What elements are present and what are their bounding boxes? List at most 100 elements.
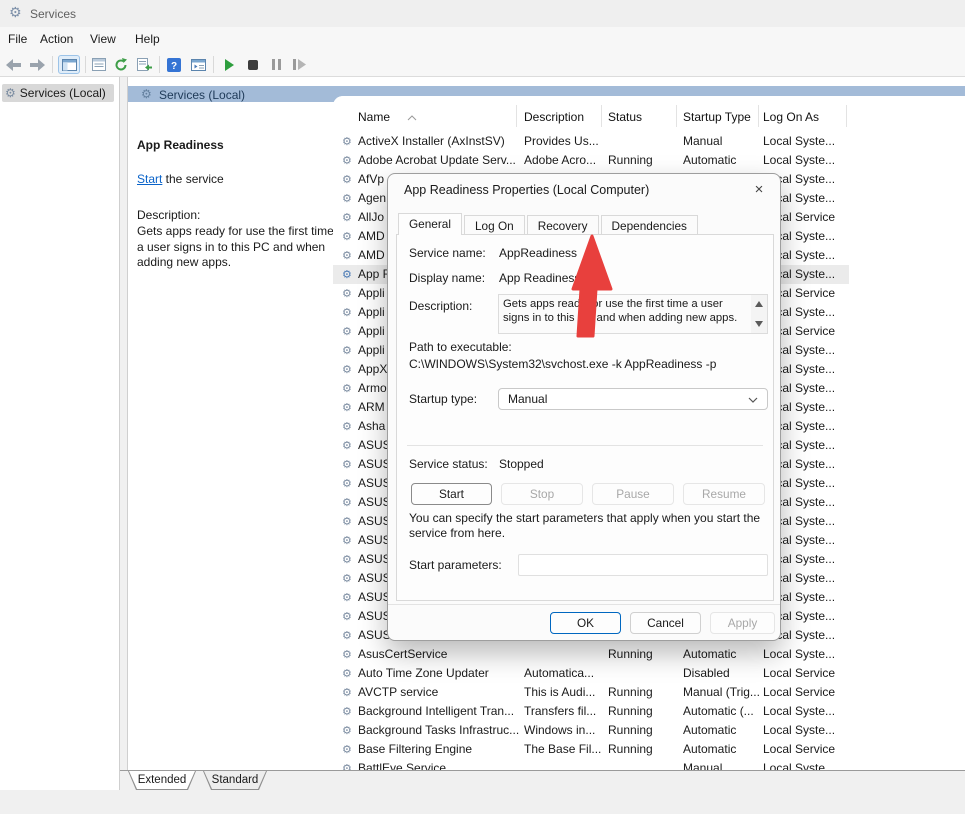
service-gear-icon: ⚙ [342,360,352,379]
services-gear-icon: ⚙ [141,87,152,101]
path-value: C:\WINDOWS\System32\svchost.exe -k AppRe… [409,357,716,371]
cell-name: Asha [358,417,385,436]
menu-file[interactable]: File [8,32,27,46]
cell-name: AMD [358,246,385,265]
cell-name: ASUS [358,626,391,645]
service-gear-icon: ⚙ [342,303,352,322]
title-bar: ⚙ Services [0,0,965,27]
cell-name: Agen [358,189,386,208]
table-row[interactable]: ⚙ Auto Time Zone Updater Automatica... D… [333,664,965,683]
start-service-line: Start the service [137,172,224,186]
cell-description: Transfers fil... [524,702,596,721]
scroll-up-icon[interactable] [755,301,763,307]
cell-name: ASUS [358,493,391,512]
pause-button[interactable]: Pause [592,483,674,505]
properties-icon[interactable] [90,55,108,74]
ok-button[interactable]: OK [550,612,621,634]
pause-service-icon[interactable] [268,55,284,74]
results-header-label: Services (Local) [159,88,245,102]
tree-root-label: Services (Local) [20,86,106,100]
tab-recovery[interactable]: Recovery [527,215,599,235]
description-textbox-text: Gets apps ready for use the first time a… [503,297,747,325]
cell-startup-type: Automatic [683,721,736,740]
extended-view-icon[interactable] [188,55,208,74]
service-gear-icon: ⚙ [342,227,352,246]
apply-button[interactable]: Apply [710,612,775,634]
services-gear-icon: ⚙ [9,5,22,21]
table-row[interactable]: ⚙ AVCTP service This is Audi... Running … [333,683,965,702]
service-gear-icon: ⚙ [342,645,352,664]
cell-name: AVCTP service [358,683,438,702]
start-service-icon[interactable] [221,55,237,74]
menu-help[interactable]: Help [135,32,160,46]
cell-log-on-as: Local Service [763,683,835,702]
table-row[interactable]: ⚙ Base Filtering Engine The Base Fil... … [333,740,965,759]
cell-name: ASUS [358,436,391,455]
service-gear-icon: ⚙ [342,702,352,721]
table-row[interactable]: ⚙ Background Intelligent Tran... Transfe… [333,702,965,721]
column-header-log-on-as[interactable]: Log On As [763,110,819,124]
cell-log-on-as: Local Syste... [763,151,835,170]
menu-view[interactable]: View [90,32,116,46]
cancel-button[interactable]: Cancel [630,612,701,634]
table-row[interactable]: ⚙ Background Tasks Infrastruc... Windows… [333,721,965,740]
tab-standard[interactable]: Standard [203,771,267,790]
service-gear-icon: ⚙ [342,664,352,683]
table-row[interactable]: ⚙ AsusCertService Running Automatic Loca… [333,645,965,664]
startup-type-dropdown[interactable]: Manual [498,388,768,410]
scroll-down-icon[interactable] [755,321,763,327]
sidebar-item-services-local[interactable]: ⚙ Services (Local) [2,84,114,102]
back-icon[interactable] [5,55,23,74]
service-gear-icon: ⚙ [342,379,352,398]
divider [407,445,763,446]
start-service-link[interactable]: Start [137,172,162,186]
column-header-status[interactable]: Status [608,110,642,124]
display-name-value: App Readiness [499,271,580,285]
restart-service-icon[interactable] [290,55,308,74]
service-gear-icon: ⚙ [342,455,352,474]
help-icon[interactable]: ? [164,55,183,74]
service-gear-icon: ⚙ [342,398,352,417]
start-button[interactable]: Start [411,483,492,505]
column-header-description[interactable]: Description [524,110,584,124]
cell-description: Automatica... [524,664,594,683]
cell-startup-type: Disabled [683,664,730,683]
tab-dependencies[interactable]: Dependencies [601,215,698,235]
service-name-value: AppReadiness [499,246,577,260]
export-list-icon[interactable] [135,55,153,74]
stop-button[interactable]: Stop [501,483,583,505]
properties-dialog: App Readiness Properties (Local Computer… [387,173,781,641]
forward-icon[interactable] [28,55,46,74]
start-params-input[interactable] [518,554,768,576]
tab-standard-label: Standard [204,771,266,789]
table-row[interactable]: ⚙ Adobe Acrobat Update Serv... Adobe Acr… [333,151,965,170]
startup-type-value: Manual [508,392,547,406]
stop-service-icon[interactable] [245,55,261,74]
close-icon[interactable]: × [748,179,770,201]
show-console-tree-icon[interactable] [58,55,80,74]
column-header-name[interactable]: Name [358,110,390,124]
service-gear-icon: ⚙ [342,683,352,702]
tab-extended[interactable]: Extended [128,771,196,790]
refresh-icon[interactable] [112,55,130,74]
tab-general[interactable]: General [398,213,462,235]
description-scrollbar[interactable] [751,295,767,333]
service-gear-icon: ⚙ [342,189,352,208]
startup-type-label: Startup type: [409,392,477,406]
resume-button[interactable]: Resume [683,483,765,505]
table-row[interactable]: ⚙ ActiveX Installer (AxInstSV) Provides … [333,132,965,151]
service-gear-icon: ⚙ [342,474,352,493]
cell-startup-type: Automatic [683,645,736,664]
view-tab-strip: Extended Standard [120,770,965,790]
cell-log-on-as: Local Syste... [763,721,835,740]
menu-action[interactable]: Action [40,32,73,46]
cell-description: The Base Fil... [524,740,601,759]
tab-log-on[interactable]: Log On [464,215,525,235]
column-header-startup-type[interactable]: Startup Type [683,110,751,124]
description-label: Description: [137,208,200,222]
dialog-description-label: Description: [409,299,472,313]
start-service-suffix: the service [162,172,223,186]
cell-status: Running [608,645,653,664]
description-textbox[interactable]: Gets apps ready for use the first time a… [498,294,768,334]
cell-name: Base Filtering Engine [358,740,472,759]
